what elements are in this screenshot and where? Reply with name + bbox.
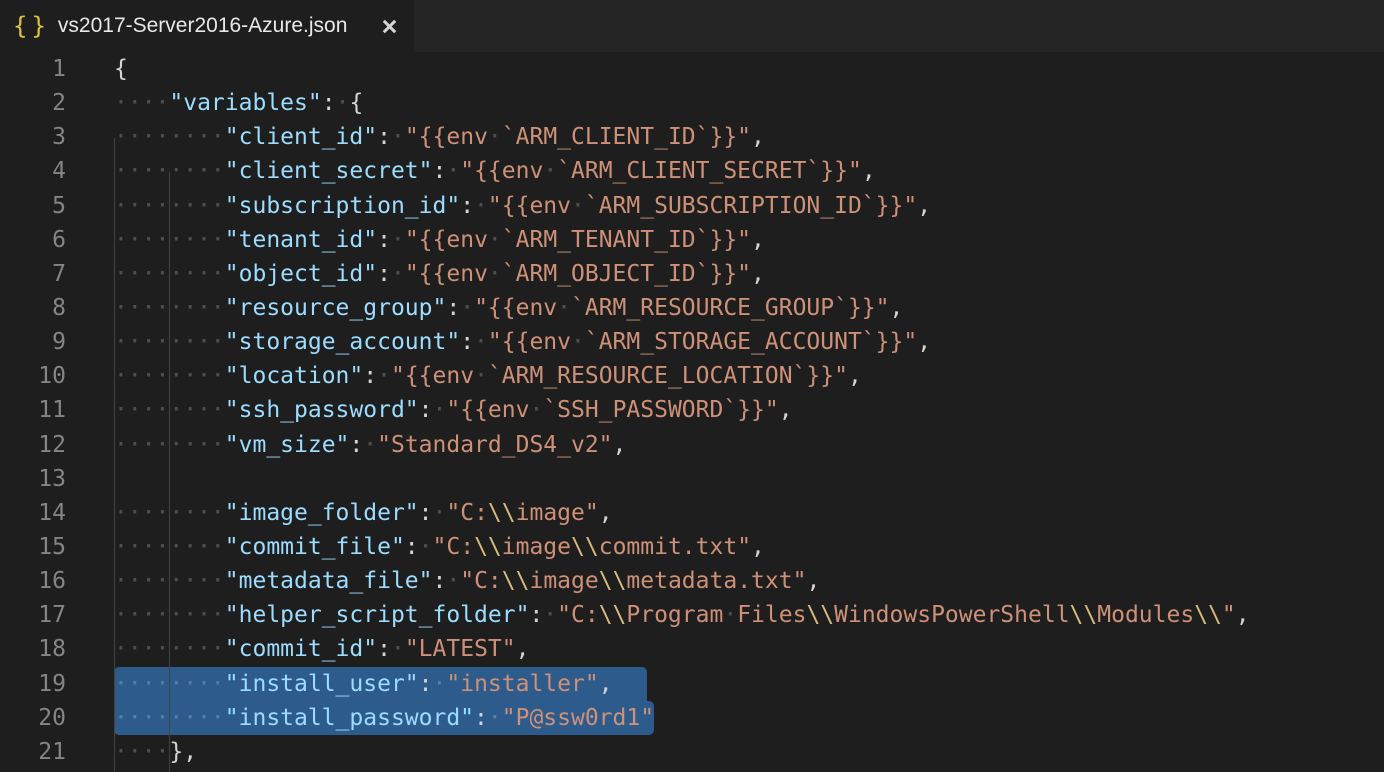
code-line[interactable]: 9 ········"storage_account":·"{{env·`ARM_… (0, 325, 1384, 359)
code-line[interactable]: 13 (0, 462, 1384, 496)
line-number[interactable]: 20 (0, 701, 66, 735)
code-line-content: ········"storage_account":·"{{env·`ARM_S… (114, 325, 931, 359)
code-line-content: ········"metadata_file":·"C:\\image\\met… (114, 564, 820, 598)
tab-bar: {} vs2017-Server2016-Azure.json (0, 0, 1384, 52)
code-line-content: ········"client_secret":·"{{env·`ARM_CLI… (114, 154, 876, 188)
text-selection-highlight: ········"install_user":·"installer", (114, 667, 647, 701)
line-number[interactable]: 13 (0, 462, 66, 496)
code-line-content: ········"install_user":·"installer", (114, 667, 647, 701)
line-number[interactable]: 6 (0, 223, 66, 257)
text-selection-highlight: ········"install_password":·"P@ssw0rd1" (114, 701, 654, 735)
line-number[interactable]: 1 (0, 52, 66, 86)
line-number[interactable]: 17 (0, 598, 66, 632)
code-line-content: ········"subscription_id":·"{{env·`ARM_S… (114, 189, 931, 223)
line-number[interactable]: 5 (0, 189, 66, 223)
close-tab-icon[interactable] (378, 15, 400, 37)
code-line[interactable]: 17 ········"helper_script_folder":·"C:\\P… (0, 598, 1384, 632)
line-number[interactable]: 15 (0, 530, 66, 564)
line-number[interactable]: 18 (0, 632, 66, 666)
tab-vs2017-server2016-azure-json[interactable]: {} vs2017-Server2016-Azure.json (0, 0, 414, 52)
line-number[interactable]: 19 (0, 667, 66, 701)
code-line[interactable]: 19 ········"install_user":·"installer", (0, 667, 1384, 701)
code-line[interactable]: 7 ········"object_id":·"{{env·`ARM_OBJECT… (0, 257, 1384, 291)
code-line[interactable]: 4 ········"client_secret":·"{{env·`ARM_CL… (0, 154, 1384, 188)
code-line-content: ········"tenant_id":·"{{env·`ARM_TENANT_… (114, 223, 765, 257)
tab-title: vs2017-Server2016-Azure.json (58, 14, 378, 38)
code-line[interactable]: 15 ········"commit_file":·"C:\\image\\com… (0, 530, 1384, 564)
code-line-content: ········"commit_file":·"C:\\image\\commi… (114, 530, 765, 564)
code-line-content: ····}, (114, 735, 197, 769)
code-line-content: ········"resource_group":·"{{env·`ARM_RE… (114, 291, 903, 325)
code-line-content: { (114, 52, 128, 86)
code-line[interactable]: 6 ········"tenant_id":·"{{env·`ARM_TENANT… (0, 223, 1384, 257)
code-line[interactable]: 21 ····}, (0, 735, 1384, 769)
json-file-icon: {} (13, 12, 50, 40)
line-number[interactable]: 10 (0, 359, 66, 393)
code-line-content: ····"variables":·{ (114, 86, 363, 120)
code-line[interactable]: 10 ········"location":·"{{env·`ARM_RESOUR… (0, 359, 1384, 393)
line-number[interactable]: 11 (0, 393, 66, 427)
line-number[interactable]: 12 (0, 428, 66, 462)
code-editor[interactable]: 1{2····"variables":·{3········"client_id… (0, 52, 1384, 772)
line-number[interactable]: 16 (0, 564, 66, 598)
code-line[interactable]: 14 ········"image_folder":·"C:\\image", (0, 496, 1384, 530)
code-line-content: ········"vm_size":·"Standard_DS4_v2", (114, 428, 626, 462)
code-line-content: ········"helper_script_folder":·"C:\\Pro… (114, 598, 1250, 632)
code-line[interactable]: 2 ····"variables":·{ (0, 86, 1384, 120)
code-line[interactable]: 20 ········"install_password":·"P@ssw0rd1… (0, 701, 1384, 735)
code-line[interactable]: 8 ········"resource_group":·"{{env·`ARM_R… (0, 291, 1384, 325)
code-line-content: ········"client_id":·"{{env·`ARM_CLIENT_… (114, 120, 765, 154)
line-number[interactable]: 4 (0, 154, 66, 188)
code-line[interactable]: 1{ (0, 52, 1384, 86)
line-number[interactable]: 7 (0, 257, 66, 291)
line-number[interactable]: 14 (0, 496, 66, 530)
code-line[interactable]: 11 ········"ssh_password":·"{{env·`SSH_PA… (0, 393, 1384, 427)
code-line[interactable]: 5 ········"subscription_id":·"{{env·`ARM_… (0, 189, 1384, 223)
line-number[interactable]: 3 (0, 120, 66, 154)
code-lines: 1{2····"variables":·{3········"client_id… (0, 52, 1384, 769)
code-line[interactable]: 18 ········"commit_id":·"LATEST", (0, 632, 1384, 666)
code-line[interactable]: 12 ········"vm_size":·"Standard_DS4_v2", (0, 428, 1384, 462)
line-number[interactable]: 2 (0, 86, 66, 120)
code-line-content: ········"install_password":·"P@ssw0rd1" (114, 701, 654, 735)
code-line-content: ········"object_id":·"{{env·`ARM_OBJECT_… (114, 257, 765, 291)
code-line[interactable]: 3 ········"client_id":·"{{env·`ARM_CLIENT… (0, 120, 1384, 154)
line-number[interactable]: 21 (0, 735, 66, 769)
line-number[interactable]: 9 (0, 325, 66, 359)
code-line[interactable]: 16 ········"metadata_file":·"C:\\image\\m… (0, 564, 1384, 598)
code-line-content: ········"commit_id":·"LATEST", (114, 632, 529, 666)
code-line-content: ········"image_folder":·"C:\\image", (114, 496, 613, 530)
code-line-content: ········"ssh_password":·"{{env·`SSH_PASS… (114, 393, 793, 427)
code-line-content: ········"location":·"{{env·`ARM_RESOURCE… (114, 359, 862, 393)
line-number[interactable]: 8 (0, 291, 66, 325)
